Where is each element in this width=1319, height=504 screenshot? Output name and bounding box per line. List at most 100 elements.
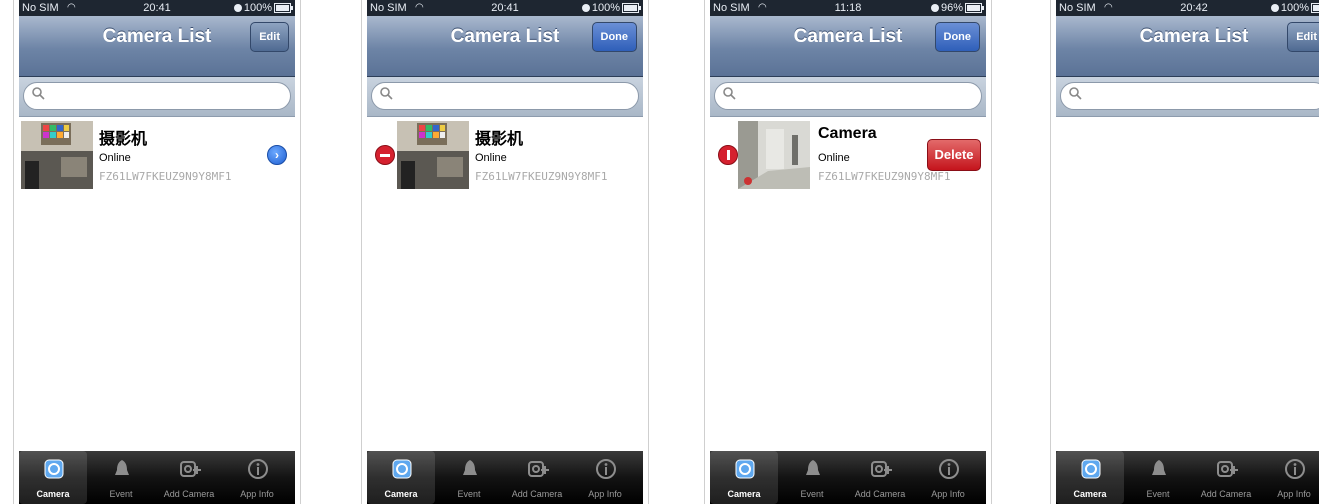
battery-percent: 100%: [243, 2, 272, 14]
camera-row[interactable]: 摄影机 Online FZ61LW7FKEUZ9N9Y8MF1: [367, 117, 643, 191]
tab-camera[interactable]: Camera: [367, 451, 435, 504]
tab-app-info[interactable]: App Info: [223, 451, 291, 504]
search-icon: [1069, 87, 1082, 100]
nav-bar: Camera List Edit: [1056, 16, 1319, 77]
tab-label: Add Camera: [511, 489, 563, 499]
camera-row[interactable]: 摄影机 Online FZ61LW7FKEUZ9N9Y8MF1 ›: [19, 117, 295, 191]
battery-icon: [274, 3, 293, 14]
camera-id: FZ61LW7FKEUZ9N9Y8MF1: [818, 170, 951, 183]
rotation-lock-icon: [1270, 4, 1279, 13]
battery-percent: 100%: [1280, 2, 1309, 14]
nav-bar: Camera List Edit: [19, 16, 295, 77]
camera-status: Online: [99, 152, 131, 164]
nav-bar: Camera List Done: [367, 16, 643, 77]
battery-percent: 100%: [591, 2, 620, 14]
edit-button[interactable]: Edit: [1287, 22, 1319, 52]
info-icon: [248, 459, 268, 479]
info-icon: [596, 459, 616, 479]
tab-label: Event: [1146, 489, 1170, 499]
camera-row[interactable]: Camera Online FZ61LW7FKEUZ9N9Y8MF1 Delet…: [710, 117, 986, 191]
camera-icon: [735, 459, 755, 479]
tab-add-camera[interactable]: Add Camera: [1192, 451, 1260, 504]
tab-camera[interactable]: Camera: [1056, 451, 1124, 504]
tab-label: Camera: [36, 489, 70, 499]
tab-bar: Camera Event Add Camera App Info: [19, 451, 295, 504]
search-input[interactable]: [1060, 82, 1319, 110]
tab-event[interactable]: Event: [87, 451, 155, 504]
tab-label: Camera: [1073, 489, 1107, 499]
add-camera-icon: [1217, 461, 1238, 477]
search-input[interactable]: [23, 82, 291, 110]
camera-id: FZ61LW7FKEUZ9N9Y8MF1: [99, 170, 232, 183]
camera-name: 摄影机: [475, 131, 524, 148]
camera-id: FZ61LW7FKEUZ9N9Y8MF1: [475, 170, 608, 183]
tab-label: Camera: [727, 489, 761, 499]
camera-name: 摄影机: [99, 131, 148, 148]
tab-label: App Info: [240, 489, 274, 499]
bell-icon: [463, 460, 477, 475]
done-button[interactable]: Done: [934, 22, 980, 52]
search-icon: [723, 87, 736, 100]
screen-camera-list: No SIM ◠ 20:41 100% Camera List Edit 摄影机…: [13, 0, 301, 504]
camera-thumbnail: [397, 121, 469, 189]
nav-bar: Camera List Done: [710, 16, 986, 77]
tab-label: App Info: [1277, 489, 1311, 499]
tab-app-info[interactable]: App Info: [914, 451, 982, 504]
tab-label: Add Camera: [1200, 489, 1252, 499]
status-bar: No SIM ◠ 20:41 100%: [19, 0, 295, 16]
bell-icon: [115, 460, 129, 475]
search-bar: [710, 77, 986, 117]
battery-percent: 96%: [940, 2, 963, 14]
info-icon: [1285, 459, 1305, 479]
tab-app-info[interactable]: App Info: [571, 451, 639, 504]
search-bar: [19, 77, 295, 117]
camera-thumbnail: [21, 121, 93, 189]
tab-label: Event: [457, 489, 481, 499]
add-camera-icon: [180, 461, 201, 477]
tab-add-camera[interactable]: Add Camera: [155, 451, 223, 504]
tab-label: App Info: [931, 489, 965, 499]
tab-bar: Camera Event Add Camera App Info: [710, 451, 986, 504]
add-camera-icon: [528, 461, 549, 477]
tab-camera[interactable]: Camera: [19, 451, 87, 504]
delete-toggle-icon[interactable]: [375, 145, 395, 165]
tab-event[interactable]: Event: [778, 451, 846, 504]
screen-camera-list-delete: No SIM ◠ 11:18 96% Camera List Done Came…: [704, 0, 992, 504]
add-camera-icon: [871, 461, 892, 477]
tab-label: Event: [800, 489, 824, 499]
status-bar: No SIM ◠ 20:42 100%: [1056, 0, 1319, 16]
status-bar: No SIM ◠ 20:41 100%: [367, 0, 643, 16]
rotation-lock-icon: [930, 4, 939, 13]
tab-label: Add Camera: [163, 489, 215, 499]
screen-camera-list-empty: No SIM ◠ 20:42 100% Camera List Edit Cam…: [1050, 0, 1319, 504]
search-bar: [367, 77, 643, 117]
screen-camera-list-editing: No SIM ◠ 20:41 100% Camera List Done 摄影机…: [361, 0, 649, 504]
battery-icon: [622, 3, 641, 14]
tab-camera[interactable]: Camera: [710, 451, 778, 504]
status-bar: No SIM ◠ 11:18 96%: [710, 0, 986, 16]
delete-button[interactable]: Delete: [927, 139, 981, 171]
search-icon: [32, 87, 45, 100]
search-bar: [1056, 77, 1319, 117]
camera-status: Online: [475, 152, 507, 164]
tab-label: Event: [109, 489, 133, 499]
delete-toggle-icon[interactable]: [718, 145, 738, 165]
tab-add-camera[interactable]: Add Camera: [503, 451, 571, 504]
camera-thumbnail: [738, 121, 810, 189]
done-button[interactable]: Done: [591, 22, 637, 52]
tab-label: Add Camera: [854, 489, 906, 499]
tab-app-info[interactable]: App Info: [1260, 451, 1319, 504]
tab-bar: Camera Event Add Camera App Info: [1056, 451, 1319, 504]
tab-event[interactable]: Event: [1124, 451, 1192, 504]
camera-icon: [44, 459, 64, 479]
search-input[interactable]: [714, 82, 982, 110]
page-title: Camera List: [1139, 26, 1249, 47]
tab-event[interactable]: Event: [435, 451, 503, 504]
search-input[interactable]: [371, 82, 639, 110]
detail-disclosure-icon[interactable]: ›: [267, 145, 287, 165]
tab-label: Camera: [384, 489, 418, 499]
tab-add-camera[interactable]: Add Camera: [846, 451, 914, 504]
battery-icon: [1311, 3, 1319, 14]
camera-status: Online: [818, 152, 850, 164]
edit-button[interactable]: Edit: [250, 22, 289, 52]
